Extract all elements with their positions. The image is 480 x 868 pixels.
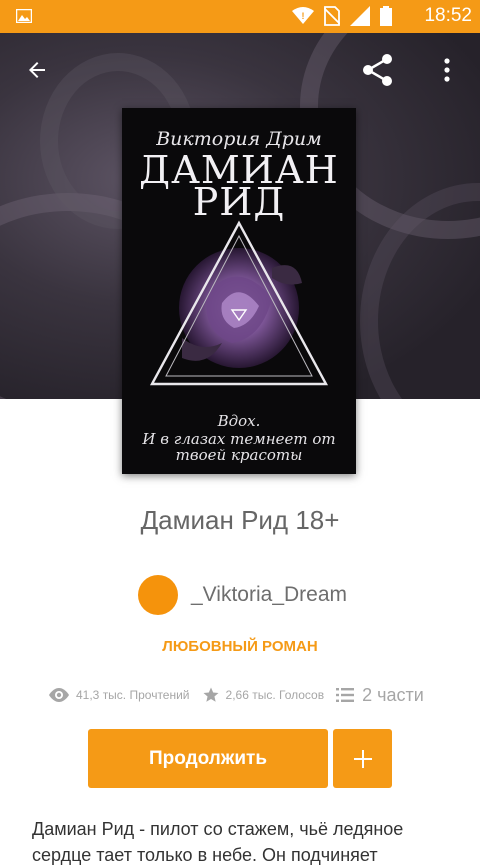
votes-count: 2,66 тыс. Голосов [225,688,325,702]
story-stats: 41,3 тыс. Прочтений 2,66 тыс. Голосов 2 … [48,683,424,707]
share-icon [363,54,392,86]
add-to-library-button[interactable] [333,729,392,788]
star-icon [203,687,219,702]
no-sim-icon [324,6,340,26]
svg-text:!: ! [302,11,305,21]
back-arrow-icon [29,62,45,78]
eye-icon [49,688,69,702]
genre-link[interactable]: ЛЮБОВНЫЙ РОМАН [0,638,480,655]
status-icons: ! [292,6,392,26]
more-options-button[interactable] [427,50,467,90]
cover-tagline-line3: твоей красоты [175,446,303,464]
signal-icon [350,6,370,26]
status-bar: ! 18:52 [0,0,480,33]
wifi-icon: ! [292,7,314,24]
status-time: 18:52 [424,5,472,26]
book-cover[interactable]: Виктория Дрим ДАМИАН РИД Вдох. И в глаза… [122,108,356,474]
reads-count: 41,3 тыс. Прочтений [76,688,190,702]
list-icon [336,688,355,702]
parts-stat[interactable]: 2 части [336,685,424,706]
author-name[interactable]: _Viktoria_Dream [191,583,347,607]
share-button[interactable] [358,50,398,90]
author-link[interactable]: _Viktoria_Dream [138,575,347,615]
votes-stat: 2,66 тыс. Голосов [202,686,325,704]
cover-tagline-line1: Вдох. [217,412,261,430]
continue-reading-button[interactable]: Продолжить [88,729,328,788]
back-button[interactable] [17,50,57,90]
battery-icon [380,6,392,26]
avatar[interactable] [138,575,178,615]
image-icon [16,9,32,23]
app-bar [0,33,480,107]
story-description: Дамиан Рид - пилот со стажем, чьё ледяно… [32,819,404,865]
reads-stat: 41,3 тыс. Прочтений [48,687,190,703]
plus-icon [353,749,372,768]
more-vert-icon [444,58,450,82]
parts-count[interactable]: 2 части [362,685,424,706]
story-title: Дамиан Рид 18+ [140,505,340,535]
